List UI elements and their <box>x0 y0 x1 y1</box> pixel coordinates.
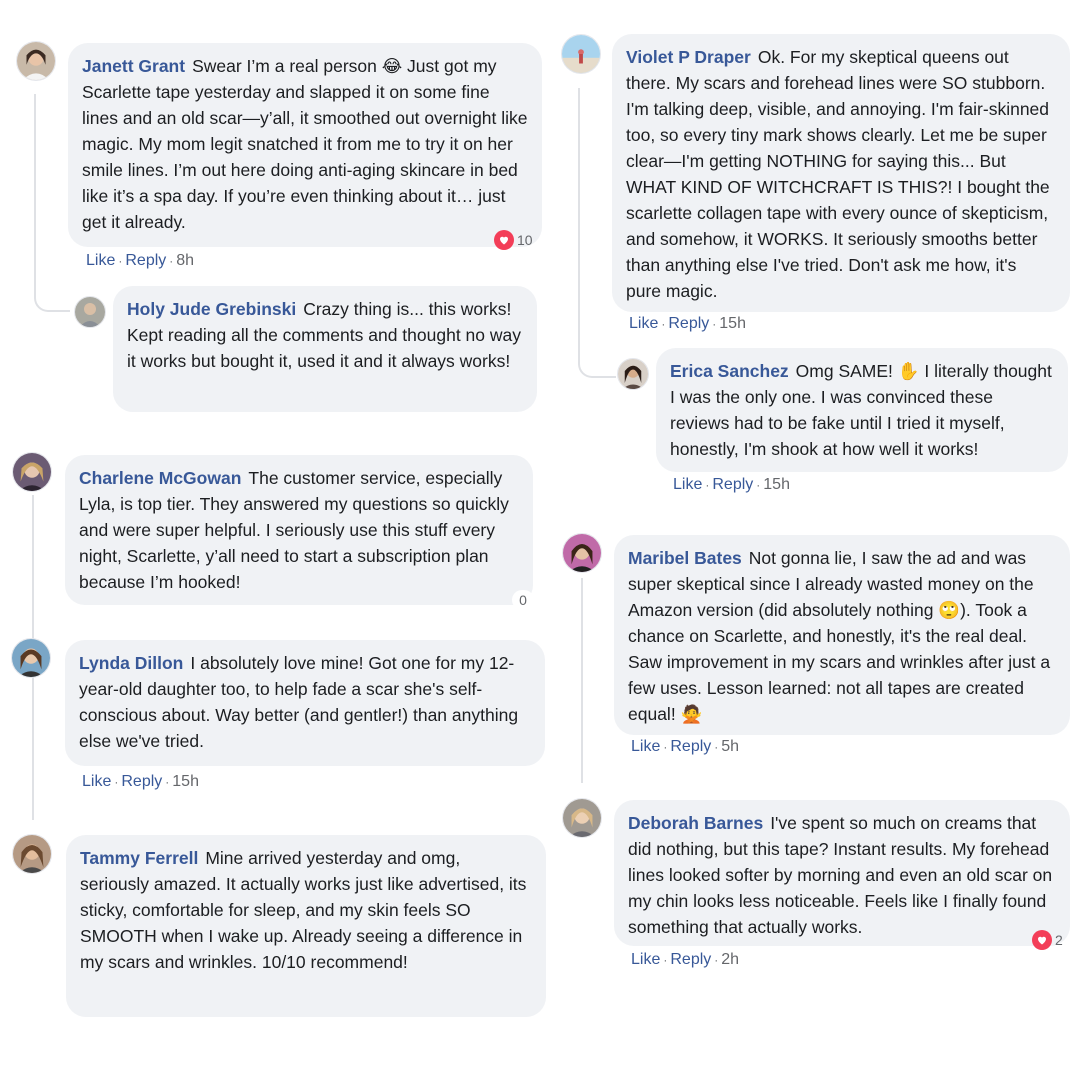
comment-text: Ok. For my skeptical queens out there. M… <box>626 47 1050 301</box>
like-link[interactable]: Like <box>82 773 111 790</box>
avatar[interactable] <box>562 533 602 573</box>
comment-time: 15h <box>719 315 746 332</box>
comment-actions: Like · Reply · 5h <box>631 738 740 755</box>
comment-bubble: Deborah Barnes I've spent so much on crea… <box>614 800 1070 946</box>
comment-time: 2h <box>721 951 740 968</box>
reply-link[interactable]: Reply <box>670 951 711 968</box>
reaction-count[interactable]: 0 <box>512 590 534 610</box>
heart-icon <box>494 230 514 250</box>
commenter-name[interactable]: Charlene McGowan <box>79 468 241 488</box>
comment-actions: Like · Reply · 15h <box>82 773 199 790</box>
like-link[interactable]: Like <box>629 315 658 332</box>
thread-connector <box>34 94 70 312</box>
comment-bubble: Maribel Bates Not gonna lie, I saw the ad… <box>614 535 1070 735</box>
reaction-count[interactable]: 10 <box>494 230 533 250</box>
reply-link[interactable]: Reply <box>125 252 166 269</box>
comment-bubble: Holy Jude Grebinski Crazy thing is... thi… <box>113 286 537 412</box>
like-link[interactable]: Like <box>673 476 702 493</box>
comment-time: 15h <box>172 773 199 790</box>
avatar[interactable] <box>11 638 51 678</box>
comment-actions: Like · Reply · 15h <box>629 315 746 332</box>
reply-link[interactable]: Reply <box>668 315 709 332</box>
comment-bubble: Lynda Dillon I absolutely love mine! Got … <box>65 640 545 766</box>
avatar[interactable] <box>12 452 52 492</box>
commenter-name[interactable]: Deborah Barnes <box>628 813 763 833</box>
comment-bubble: Charlene McGowan The customer service, es… <box>65 455 533 605</box>
reply-link[interactable]: Reply <box>121 773 162 790</box>
reply-link[interactable]: Reply <box>670 738 711 755</box>
comment-actions: Like · Reply · 15h <box>673 476 790 493</box>
comment-bubble: Erica Sanchez Omg SAME! ✋ I literally tho… <box>656 348 1068 472</box>
avatar[interactable] <box>561 34 601 74</box>
comment-bubble: Janett Grant Swear I’m a real person 😂 Ju… <box>68 43 542 247</box>
comment-time: 8h <box>176 252 195 269</box>
like-link[interactable]: Like <box>86 252 115 269</box>
heart-icon <box>1032 930 1052 950</box>
like-link[interactable]: Like <box>631 951 660 968</box>
reply-link[interactable]: Reply <box>712 476 753 493</box>
thread-connector <box>578 88 616 378</box>
comment-time: 5h <box>721 738 740 755</box>
comment-actions: Like · Reply · 2h <box>631 951 740 968</box>
comment-bubble: Violet P Draper Ok. For my skeptical quee… <box>612 34 1070 312</box>
commenter-name[interactable]: Janett Grant <box>82 56 185 76</box>
commenter-name[interactable]: Maribel Bates <box>628 548 742 568</box>
avatar[interactable] <box>74 296 106 328</box>
avatar[interactable] <box>12 834 52 874</box>
reaction-count[interactable]: 2 <box>1032 930 1063 950</box>
comment-bubble: Tammy Ferrell Mine arrived yesterday and … <box>66 835 546 1017</box>
commenter-name[interactable]: Lynda Dillon <box>79 653 183 673</box>
commenter-name[interactable]: Holy Jude Grebinski <box>127 299 296 319</box>
comment-text: Not gonna lie, I saw the ad and was supe… <box>628 548 1051 724</box>
avatar[interactable] <box>617 358 649 390</box>
thread-connector <box>581 578 583 783</box>
avatar[interactable] <box>562 798 602 838</box>
comment-text: Swear I’m a real person 😂 Just got my Sc… <box>82 56 528 232</box>
commenter-name[interactable]: Violet P Draper <box>626 47 751 67</box>
comment-actions: Like · Reply · 8h <box>86 252 195 269</box>
avatar[interactable] <box>16 41 56 81</box>
commenter-name[interactable]: Tammy Ferrell <box>80 848 198 868</box>
comment-time: 15h <box>763 476 790 493</box>
like-link[interactable]: Like <box>631 738 660 755</box>
commenter-name[interactable]: Erica Sanchez <box>670 361 789 381</box>
